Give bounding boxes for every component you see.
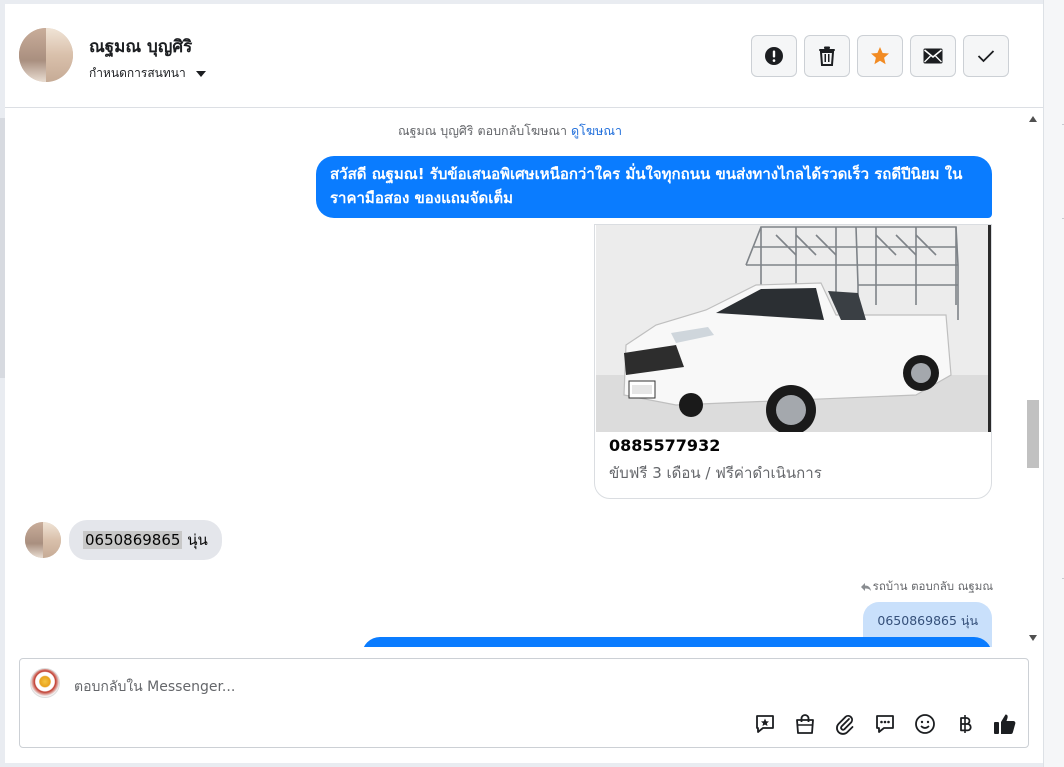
unread-button[interactable] xyxy=(910,35,956,77)
saved-reply-button[interactable] xyxy=(752,711,778,737)
ad-card-subtitle: ขับฟรี 3 เดือน / ฟรีค่าดำเนินการ xyxy=(609,464,822,482)
right-edge-strip xyxy=(1043,0,1064,767)
outgoing-message-partial xyxy=(362,637,992,647)
ad-card[interactable]: 0885577932 ขับฟรี 3 เดือน / ฟรีค่าดำเนิน… xyxy=(594,224,992,499)
message-thread: ณฐมณ บุญศิริ ตอบกลับโฆษณา ดูโฆษณา สวัสดี… xyxy=(5,109,1043,647)
view-ad-link[interactable]: ดูโฆษณา xyxy=(571,123,622,138)
star-icon xyxy=(871,47,889,65)
quick-reply-button[interactable] xyxy=(872,711,898,737)
envelope-icon xyxy=(923,48,943,64)
reply-composer[interactable]: ตอบกลับใน Messenger... xyxy=(19,658,1029,748)
delete-button[interactable] xyxy=(804,35,850,77)
highlighted-phone-number[interactable]: 0650869865 xyxy=(83,531,183,549)
trash-icon xyxy=(819,46,835,66)
label-dropdown-text: กำหนดการสนทนา xyxy=(89,66,186,80)
shop-bag-icon xyxy=(796,714,814,734)
header-actions xyxy=(751,35,1009,77)
outgoing-message: สวัสดี ณฐมณ! รับข้อเสนอพิเศษเหนือกว่าใคร… xyxy=(316,156,992,218)
emoji-button[interactable] xyxy=(912,711,938,737)
alert-icon xyxy=(765,47,783,65)
reply-note: รถบ้าน ตอบกลับ ณฐมณ xyxy=(860,578,993,596)
conversation-header: ณฐมณ บุญศิริ กำหนดการสนทนา xyxy=(5,4,1043,108)
contact-avatar[interactable] xyxy=(19,28,73,82)
scroll-up-arrow-icon[interactable] xyxy=(1029,116,1037,122)
reply-note-text: รถบ้าน ตอบกลับ ณฐมณ xyxy=(872,579,993,593)
composer-tools xyxy=(752,711,1018,737)
reply-arrow-icon xyxy=(860,582,871,591)
contact-name[interactable]: ณฐมณ บุญศิริ xyxy=(89,33,192,60)
like-button[interactable] xyxy=(992,711,1018,737)
baht-icon xyxy=(960,715,972,733)
ad-reply-notice: ณฐมณ บุญศิริ ตอบกลับโฆษณา ดูโฆษณา xyxy=(5,121,1015,141)
thread-scrollbar[interactable] xyxy=(1026,109,1040,647)
report-button[interactable] xyxy=(751,35,797,77)
label-dropdown[interactable]: กำหนดการสนทนา xyxy=(89,64,206,83)
chat-bubble-icon xyxy=(876,715,894,733)
saved-reply-icon xyxy=(756,715,774,733)
thumbs-up-icon xyxy=(994,714,1016,734)
ad-card-title: 0885577932 xyxy=(609,436,721,455)
payment-button[interactable] xyxy=(952,711,978,737)
ad-reply-notice-text: ณฐมณ บุญศิริ ตอบกลับโฆษณา xyxy=(397,123,568,138)
attach-button[interactable] xyxy=(832,711,858,737)
sender-avatar[interactable] xyxy=(25,522,61,558)
star-button[interactable] xyxy=(857,35,903,77)
reply-input[interactable]: ตอบกลับใน Messenger... xyxy=(74,676,235,698)
pickup-truck-image xyxy=(596,225,991,432)
conversation-panel: ณฐมณ บุญศิริ กำหนดการสนทนา ณฐมณ บุญศิริ … xyxy=(5,4,1043,763)
incoming-message-row: 0650869865 นุ่น xyxy=(25,520,222,560)
page-avatar xyxy=(30,668,60,698)
done-button[interactable] xyxy=(963,35,1009,77)
ad-photo xyxy=(596,225,991,432)
scroll-down-arrow-icon[interactable] xyxy=(1029,635,1037,641)
attachment-icon xyxy=(836,715,854,735)
incoming-message-suffix: นุ่น xyxy=(182,531,208,549)
check-icon xyxy=(977,50,995,63)
incoming-message: 0650869865 นุ่น xyxy=(69,520,222,560)
emoji-icon xyxy=(915,714,935,734)
caret-down-icon xyxy=(195,70,206,77)
shop-button[interactable] xyxy=(792,711,818,737)
scrollbar-thumb[interactable] xyxy=(1027,400,1039,468)
